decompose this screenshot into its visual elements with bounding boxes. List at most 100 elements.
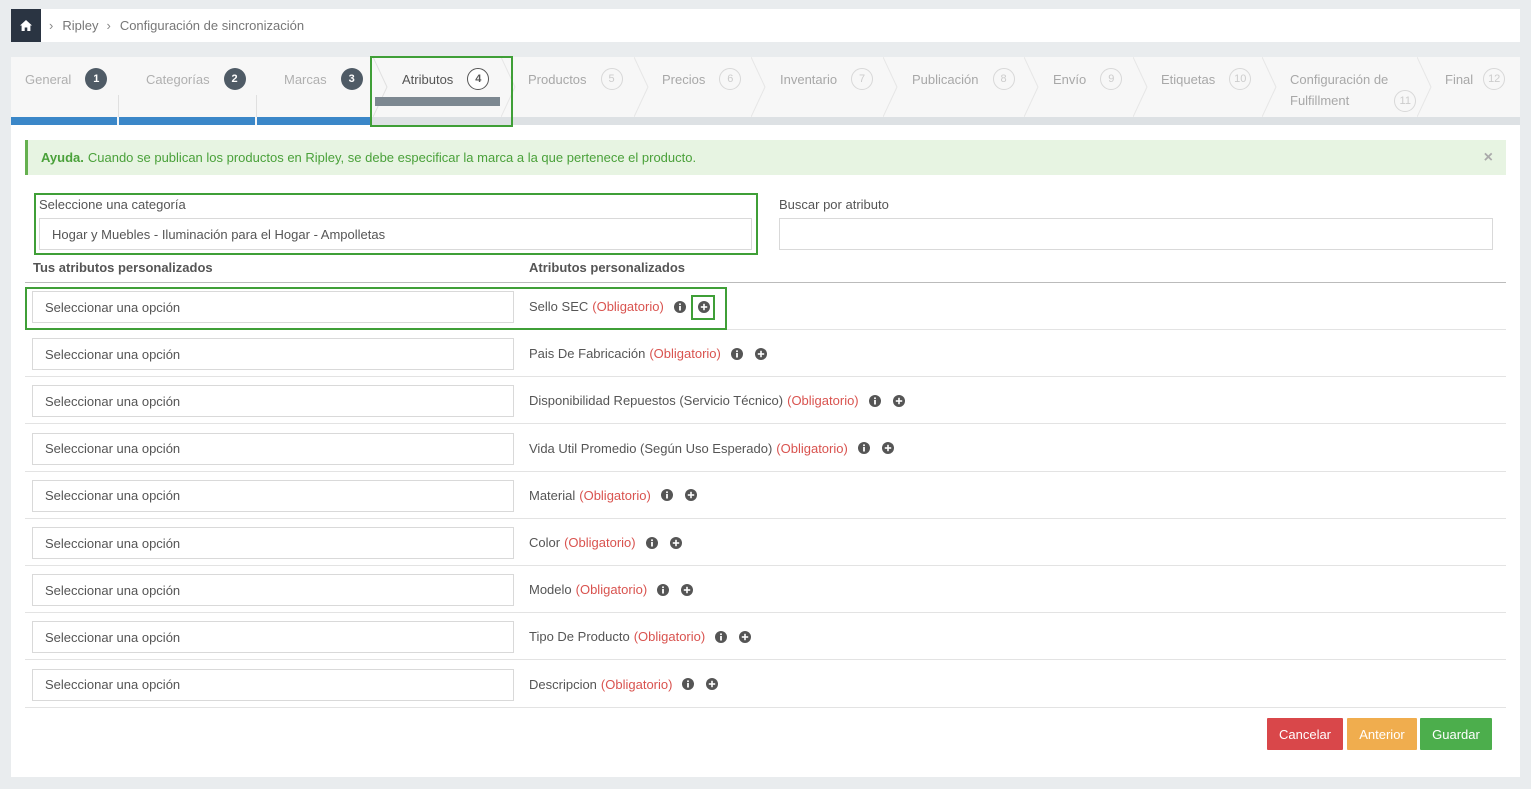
- attribute-row: Seleccionar una opción Vida Util Promedio…: [25, 425, 1506, 472]
- attribute-row: Seleccionar una opción Color (Obligatorio): [25, 519, 1506, 566]
- step-number: 7: [851, 68, 874, 90]
- wizard-step-productos[interactable]: Productos 5: [528, 57, 623, 117]
- add-icon[interactable]: [706, 678, 719, 691]
- attribute-name: Tipo De Producto (Obligatorio): [529, 613, 752, 660]
- highlight-box: [25, 287, 727, 330]
- column-header-right: Atributos personalizados: [529, 260, 686, 275]
- attribute-select[interactable]: Seleccionar una opción: [32, 338, 514, 371]
- wizard-step-etiquetas[interactable]: Etiquetas 10: [1161, 57, 1252, 117]
- required-label: (Obligatorio): [633, 629, 706, 645]
- info-icon[interactable]: [715, 630, 728, 643]
- step-number: 5: [600, 68, 623, 90]
- attribute-name: Descripcion (Obligatorio): [529, 661, 719, 708]
- step-number: 10: [1229, 68, 1252, 90]
- step-progress-bar: [119, 117, 255, 125]
- step-number: 3: [340, 68, 363, 90]
- attribute-select[interactable]: Seleccionar una opción: [32, 527, 514, 559]
- step-number: 2: [223, 68, 246, 90]
- main-panel: General 1 Categorías 2 Marcas 3 Atributo…: [11, 56, 1520, 777]
- wizard-step-publicacion[interactable]: Publicación 8: [912, 57, 1015, 117]
- highlight-box: [370, 56, 513, 127]
- attribute-name: Pais De Fabricación (Obligatorio): [529, 330, 767, 377]
- add-icon[interactable]: [684, 489, 697, 502]
- add-icon[interactable]: [739, 630, 752, 643]
- attribute-select[interactable]: Seleccionar una opción: [32, 479, 514, 512]
- add-icon[interactable]: [881, 442, 894, 455]
- breadcrumb-item-current: Configuración de sincronización: [119, 18, 305, 33]
- step-progress-bar: [11, 117, 117, 125]
- step-number: 12: [1483, 68, 1506, 90]
- attribute-name: Material (Obligatorio): [529, 472, 697, 519]
- attribute-name: Vida Util Promedio (Según Uso Esperado)(…: [529, 425, 894, 472]
- attribute-label: Disponibilidad Repuestos (Servicio Técni…: [529, 393, 784, 409]
- attribute-row: Seleccionar una opción Descripcion (Obliga…: [25, 661, 1506, 708]
- required-label: (Obligatorio): [600, 676, 673, 692]
- attribute-select[interactable]: Seleccionar una opción: [32, 574, 514, 607]
- info-icon[interactable]: [857, 442, 870, 455]
- attribute-label: Descripcion: [529, 676, 597, 692]
- attribute-label: Material: [529, 487, 576, 503]
- chevron-right-icon: ›: [106, 18, 111, 33]
- info-icon[interactable]: [682, 678, 695, 691]
- cancel-button[interactable]: Cancelar: [1267, 718, 1343, 750]
- required-label: (Obligatorio): [649, 346, 721, 362]
- step-number: 1: [85, 68, 108, 90]
- breadcrumb-item-ripley[interactable]: Ripley: [62, 18, 98, 33]
- step-number: 6: [719, 68, 742, 90]
- required-label: (Obligatorio): [564, 535, 636, 550]
- info-icon[interactable]: [645, 536, 658, 549]
- search-input[interactable]: [779, 218, 1493, 250]
- attribute-row: Seleccionar una opción Tipo De Producto (O…: [25, 613, 1506, 661]
- save-button[interactable]: Guardar: [1420, 718, 1492, 750]
- breadcrumb: › Ripley › Configuración de sincronizaci…: [11, 9, 1520, 42]
- attribute-row: Seleccionar una opción Pais De Fabricació…: [25, 330, 1506, 378]
- attribute-label: Color: [529, 535, 561, 550]
- attribute-label: Modelo: [529, 582, 572, 598]
- wizard-step-fulfillment[interactable]: Configuración de Fulfillment 11: [1290, 57, 1417, 117]
- wizard-step-categorias[interactable]: Categorías 2: [146, 57, 246, 117]
- required-label: (Obligatorio): [575, 582, 648, 598]
- step-progress-bar: [257, 117, 371, 125]
- attribute-name: Disponibilidad Repuestos (Servicio Técni…: [529, 377, 905, 424]
- info-icon[interactable]: [657, 583, 670, 596]
- attribute-row: Seleccionar una opción Disponibilidad Rep…: [25, 377, 1506, 425]
- wizard-step-general[interactable]: General 1: [25, 57, 108, 117]
- add-icon[interactable]: [892, 394, 905, 407]
- close-icon[interactable]: ×: [1484, 149, 1493, 167]
- search-label: Buscar por atributo: [779, 197, 889, 212]
- required-label: (Obligatorio): [787, 393, 859, 409]
- alert-text: Cuando se publican los productos en Ripl…: [87, 150, 697, 165]
- add-icon[interactable]: [669, 536, 682, 549]
- wizard-step-envio[interactable]: Envío 9: [1053, 57, 1123, 117]
- required-label: (Obligatorio): [776, 440, 848, 456]
- column-header-left: Tus atributos personalizados: [33, 260, 213, 275]
- alert-title: Ayuda.: [41, 150, 84, 165]
- attribute-select[interactable]: Seleccionar una opción: [32, 668, 514, 701]
- wizard-steps: General 1 Categorías 2 Marcas 3 Atributo…: [11, 56, 1520, 127]
- add-icon[interactable]: [681, 583, 694, 596]
- wizard-step-precios[interactable]: Precios 6: [662, 57, 742, 117]
- chevron-right-icon: ›: [49, 18, 54, 33]
- highlight-box: [691, 295, 715, 320]
- info-icon[interactable]: [730, 347, 743, 360]
- help-alert: Ayuda. Cuando se publican los productos …: [25, 140, 1506, 175]
- attribute-row: Seleccionar una opción Modelo (Obligatorio…: [25, 566, 1506, 614]
- highlight-box: [34, 193, 758, 255]
- home-icon[interactable]: [11, 9, 41, 42]
- add-icon[interactable]: [754, 347, 767, 360]
- attribute-select[interactable]: Seleccionar una opción: [32, 621, 514, 654]
- step-number: 9: [1100, 68, 1123, 90]
- info-icon[interactable]: [660, 489, 673, 502]
- attribute-select[interactable]: Seleccionar una opción: [32, 385, 514, 418]
- attribute-label: Pais De Fabricación: [529, 346, 646, 362]
- step-number: 11: [1394, 90, 1417, 112]
- wizard-step-inventario[interactable]: Inventario 7: [780, 57, 874, 117]
- previous-button[interactable]: Anterior: [1347, 718, 1417, 750]
- wizard-step-final[interactable]: Final 12: [1445, 57, 1506, 117]
- attribute-row: Seleccionar una opción Material (Obligator…: [25, 472, 1506, 519]
- attribute-select[interactable]: Seleccionar una opción: [32, 432, 514, 465]
- attribute-label: Vida Util Promedio (Según Uso Esperado): [529, 440, 773, 456]
- attribute-name: Modelo (Obligatorio): [529, 566, 694, 613]
- info-icon[interactable]: [868, 394, 881, 407]
- wizard-step-marcas[interactable]: Marcas 3: [284, 57, 363, 117]
